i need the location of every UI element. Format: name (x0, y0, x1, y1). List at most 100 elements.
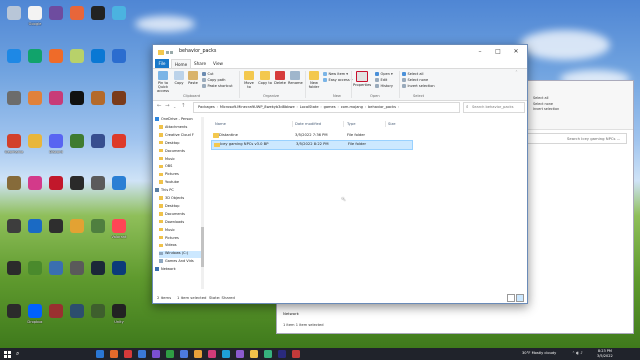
breadcrumb-item[interactable]: LocalState (300, 105, 319, 109)
nav-item[interactable]: Pictures (159, 236, 203, 243)
column-header-name[interactable]: Name (215, 122, 226, 126)
large-icons-view-icon[interactable] (516, 294, 524, 302)
breadcrumb-item[interactable]: behavior_packs (368, 105, 396, 109)
background-ribbon-item[interactable]: Invert selection (533, 107, 559, 113)
tab-view[interactable]: View (211, 59, 225, 68)
select-none-button[interactable]: Select none (402, 78, 428, 82)
rename-button[interactable]: Rename (288, 71, 303, 85)
easy-access-button[interactable]: Easy access ▾ (323, 78, 353, 82)
column-header-date[interactable]: Date modified (295, 122, 321, 126)
nav-item[interactable]: Documents (159, 149, 203, 156)
ribbon-collapse-icon[interactable]: ⌃ (515, 70, 518, 74)
tab-file[interactable]: File (155, 59, 169, 68)
address-bar[interactable]: Packages › Microsoft.MinecraftUWP_8wekyb3d… (193, 102, 460, 113)
invert-selection-button[interactable]: Invert selection (402, 84, 435, 88)
maximize-button[interactable]: □ (489, 45, 507, 58)
taskbar-app-icon[interactable] (208, 350, 216, 358)
taskbar-app-icon[interactable] (292, 350, 300, 358)
breadcrumb-separator-icon[interactable]: › (320, 105, 321, 109)
select-all-button[interactable]: Select all (402, 72, 424, 76)
taskbar-app-icon[interactable] (166, 350, 174, 358)
close-button[interactable]: ✕ (507, 45, 525, 58)
new-folder-button[interactable]: New folder (307, 71, 321, 89)
breadcrumb-item[interactable]: Packages (198, 105, 215, 109)
taskbar-app-icon[interactable] (264, 350, 272, 358)
desktop-icon[interactable]: Unity (107, 302, 131, 332)
breadcrumb-item[interactable]: games (324, 105, 336, 109)
breadcrumb-separator-icon[interactable]: › (365, 105, 366, 109)
breadcrumb-item[interactable]: com.mojang (341, 105, 363, 109)
quick-access-toolbar[interactable] (157, 48, 175, 56)
taskbar-app-icon[interactable] (222, 350, 230, 358)
nav-scrollbar[interactable] (201, 117, 204, 289)
new-item-button[interactable]: New item ▾ (323, 72, 348, 76)
background-search-box[interactable]: Search Icey gaming NPCs ... (567, 136, 620, 141)
nav-item[interactable]: Desktop (159, 141, 203, 148)
nav-item[interactable]: Videos (159, 243, 203, 250)
column-divider[interactable] (343, 121, 344, 127)
paste-button[interactable]: Paste (187, 71, 199, 85)
search-box[interactable]: ⌕ Search behavior_packs (463, 102, 525, 113)
taskbar-app-icon[interactable] (138, 350, 146, 358)
nav-item[interactable]: OneDrive - Person (155, 117, 201, 124)
taskbar-app-icon[interactable] (250, 350, 258, 358)
nav-item[interactable]: Pictures (159, 172, 203, 179)
nav-item[interactable]: Windows (C:) (159, 251, 203, 259)
search-icon[interactable]: ⌕ (16, 350, 19, 358)
nav-item[interactable]: Documents (159, 212, 203, 219)
desktop-icon[interactable] (107, 89, 131, 119)
explorer-window[interactable]: behavior_packs – □ ✕ File Home Share Vie… (152, 44, 528, 304)
up-arrow-icon[interactable]: ↑ (181, 103, 186, 109)
move-to-button[interactable]: Move to (242, 71, 256, 89)
breadcrumb-separator-icon[interactable]: › (296, 105, 297, 109)
taskbar-app-icon[interactable] (180, 350, 188, 358)
desktop-icon[interactable] (107, 132, 131, 162)
copy-to-button[interactable]: Copy to (258, 71, 272, 85)
taskbar-app-icon[interactable] (96, 350, 104, 358)
forward-arrow-icon[interactable]: → (165, 103, 170, 109)
tab-share[interactable]: Share (193, 59, 207, 68)
clock[interactable]: 8:23 PM 3/5/2022 (597, 349, 613, 359)
nav-item[interactable]: OBS (159, 164, 203, 171)
column-divider[interactable] (385, 121, 386, 127)
nav-item[interactable]: This PC (155, 188, 201, 195)
cut-button[interactable]: Cut (202, 72, 214, 76)
desktop-icon[interactable] (107, 259, 131, 289)
tray-icons[interactable]: ⌃ ◐ ♪ (572, 351, 583, 355)
taskbar-app-icon[interactable] (152, 350, 160, 358)
recent-locations-icon[interactable]: ⌄ (173, 104, 176, 109)
nav-item[interactable]: 3D Objects (159, 196, 203, 203)
nav-item[interactable]: Games And Vids (159, 259, 203, 266)
desktop-icon[interactable] (107, 4, 131, 34)
background-nav-item[interactable]: Network (283, 311, 299, 316)
column-header-size[interactable]: Size (388, 122, 396, 126)
nav-item[interactable]: Youtube (159, 180, 203, 187)
details-view-icon[interactable] (507, 294, 515, 302)
table-row[interactable]: Distantine 3/5/2022 7:36 PM File folder (211, 131, 411, 139)
taskbar-app-icon[interactable] (110, 350, 118, 358)
nav-item[interactable]: Music (159, 228, 203, 235)
table-row[interactable]: Icey gaming NPCs v3.0 BP 3/5/2022 8:22 PM… (211, 139, 413, 150)
column-divider[interactable] (292, 121, 293, 127)
title-bar[interactable]: behavior_packs – □ ✕ (153, 45, 527, 59)
desktop-icon[interactable] (107, 174, 131, 204)
minimize-button[interactable]: – (471, 45, 489, 58)
delete-button[interactable]: Delete (274, 71, 286, 85)
breadcrumb-separator-icon[interactable]: › (337, 105, 338, 109)
taskbar-app-icon[interactable] (236, 350, 244, 358)
windows-start-icon[interactable] (4, 350, 11, 358)
back-arrow-icon[interactable]: ← (157, 103, 162, 109)
history-button[interactable]: History (375, 84, 393, 88)
paste-shortcut-button[interactable]: Paste shortcut (202, 84, 233, 88)
weather-widget[interactable]: 30°F Mostly cloudy (522, 351, 556, 355)
properties-button[interactable]: Properties (353, 71, 371, 87)
copy-button[interactable]: Copy (173, 71, 185, 85)
open-button[interactable]: Open ▾ (375, 72, 393, 76)
breadcrumb-separator-icon[interactable]: › (398, 105, 399, 109)
nav-item[interactable]: Network (155, 267, 201, 274)
nav-item[interactable]: Downloads (159, 220, 203, 227)
nav-scrollbar-thumb[interactable] (201, 227, 204, 267)
column-header-type[interactable]: Type (347, 122, 355, 126)
desktop-icon[interactable] (107, 47, 131, 77)
edit-button[interactable]: Edit (375, 78, 387, 82)
